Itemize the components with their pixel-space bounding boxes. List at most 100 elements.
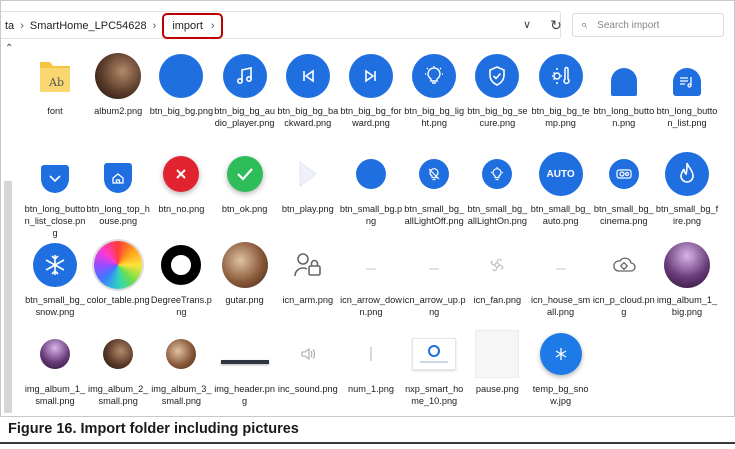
thermometer-icon <box>529 49 593 103</box>
chevron-right-icon[interactable]: › <box>20 20 24 32</box>
file-item[interactable]: icn_house_small.png <box>529 238 593 318</box>
file-item[interactable]: temp_bg_snow.jpg <box>529 327 593 407</box>
file-item[interactable]: btn_small_bg_snow.png <box>23 238 87 318</box>
chevron-right-icon[interactable]: › <box>153 20 157 32</box>
file-item[interactable]: icn_arrow_up.png <box>402 238 466 318</box>
concert-photo-icon <box>655 238 719 292</box>
file-item[interactable]: icn_fan.png <box>465 238 529 306</box>
nav-pane-scrollbar[interactable]: ⌃ <box>1 43 15 416</box>
file-item[interactable]: btn_big_bg_temp.png <box>529 49 593 129</box>
search-input[interactable]: ⌕ Search import <box>572 13 724 37</box>
search-icon: ⌕ <box>581 18 588 31</box>
file-explorer-window: ta › SmartHome_LPC54628 › import › ∨ ↻ ⌕… <box>0 0 735 417</box>
breadcrumb-item-current[interactable]: import <box>172 20 203 32</box>
file-item[interactable]: btn_long_button_list_close.png <box>23 147 87 239</box>
search-placeholder: Search import <box>597 19 660 31</box>
chevron-right-icon[interactable]: › <box>211 20 215 32</box>
file-item[interactable]: btn_big_bg_secure.png <box>465 49 529 129</box>
scroll-up-icon[interactable]: ⌃ <box>5 43 13 54</box>
file-item[interactable]: img_header.png <box>213 327 277 407</box>
figure-caption: Figure 16. Import folder including pictu… <box>8 421 299 437</box>
music-note-icon <box>213 49 277 103</box>
faint-digit-icon <box>339 327 403 381</box>
light-on-icon <box>465 147 529 201</box>
file-item[interactable]: Ab font <box>23 49 87 117</box>
file-name-label: DegreeTrans.png <box>150 295 212 317</box>
speaker-icon <box>276 327 340 381</box>
file-item[interactable]: img_album_2_small.png <box>86 327 150 407</box>
file-item[interactable]: DegreeTrans.png <box>149 238 213 318</box>
file-name-label: btn_big_bg_audio_player.png <box>214 106 275 128</box>
faint-arrow-icon <box>402 238 466 292</box>
file-item[interactable]: img_album_3_small.png <box>149 327 213 407</box>
file-item[interactable]: btn_big_bg_backward.png <box>276 49 340 129</box>
guitar-photo-icon <box>86 49 150 103</box>
file-item[interactable]: icn_arrow_down.png <box>339 238 403 318</box>
file-item[interactable]: num_1.png <box>339 327 403 395</box>
file-item[interactable]: btn_long_top_house.png <box>86 147 150 227</box>
file-item[interactable]: btn_play.png <box>276 147 340 215</box>
file-name-label: btn_big_bg_light.png <box>404 106 465 128</box>
file-item[interactable]: inc_sound.png <box>276 327 340 395</box>
file-name-label: btn_small_bg_fire.png <box>655 204 719 226</box>
file-item[interactable]: btn_long_button.png <box>592 49 656 129</box>
black-ring-icon <box>149 238 213 292</box>
file-item[interactable]: btn_big_bg_forward.png <box>339 49 403 129</box>
auto-icon: AUTO <box>529 147 593 201</box>
file-name-label: btn_small_bg_auto.png <box>530 204 591 226</box>
file-name-label: btn_big_bg_temp.png <box>531 106 590 128</box>
file-name-label: btn_play.png <box>281 204 334 214</box>
file-item[interactable]: btn_ok.png <box>213 147 277 215</box>
scrollbar-thumb[interactable] <box>4 181 12 413</box>
file-name-label: icn_p_cloud.png <box>592 295 655 317</box>
header-bar-icon <box>213 327 277 381</box>
file-name-label: btn_small_bg_snow.png <box>25 295 85 317</box>
file-item[interactable]: AUTO btn_small_bg_auto.png <box>529 147 593 227</box>
file-item[interactable]: btn_small_bg_fire.png <box>655 147 719 227</box>
file-name-label: color_table.png <box>86 295 150 305</box>
file-item[interactable]: img_album_1_small.png <box>23 327 87 407</box>
file-item[interactable]: btn_small_bg_allLightOff.png <box>402 147 466 227</box>
color-wheel-icon <box>86 238 150 292</box>
file-item[interactable]: btn_long_button_list.png <box>655 49 719 129</box>
file-item[interactable]: gutar.png <box>213 238 277 306</box>
snowflake-circle-icon <box>529 327 593 381</box>
file-item[interactable]: album2.png <box>86 49 150 117</box>
breadcrumb-current-highlight[interactable]: import › <box>162 13 223 39</box>
file-name-label: btn_small_bg.png <box>339 204 403 226</box>
file-item[interactable]: nxp_smart_home_10.png <box>402 327 466 407</box>
file-name-label: btn_long_button.png <box>593 106 655 128</box>
file-item[interactable]: pause.png <box>465 327 529 395</box>
file-item[interactable]: img_album_1_big.png <box>655 238 719 318</box>
file-item[interactable]: btn_small_bg_cinema.png <box>592 147 656 227</box>
file-item[interactable]: btn_small_bg_allLightOn.png <box>465 147 529 227</box>
file-item[interactable]: icn_p_cloud.png <box>592 238 656 318</box>
auto-label: AUTO <box>538 152 583 196</box>
breadcrumb-item[interactable]: ta <box>5 20 14 32</box>
breadcrumb: ta › SmartHome_LPC54628 › import › <box>5 13 223 39</box>
file-name-label: btn_long_button_list_close.png <box>24 204 86 238</box>
file-name-label: btn_ok.png <box>221 204 268 214</box>
file-item[interactable]: icn_arm.png <box>276 238 340 306</box>
file-item[interactable]: color_table.png <box>86 238 150 306</box>
file-item[interactable]: btn_big_bg.png <box>149 49 213 117</box>
screen-preview-icon <box>402 327 466 381</box>
file-name-label: btn_big_bg_backward.png <box>277 106 339 128</box>
history-dropdown-icon[interactable]: ∨ <box>523 18 531 31</box>
guitarist-photo-icon <box>149 327 213 381</box>
refresh-icon[interactable]: ↻ <box>544 12 568 38</box>
file-name-label: img_album_1_big.png <box>656 295 718 317</box>
file-name-label: btn_long_top_house.png <box>86 204 150 226</box>
blue-circle-icon <box>149 49 213 103</box>
guitarist-photo-icon <box>213 238 277 292</box>
caption-rule <box>0 442 735 444</box>
breadcrumb-item[interactable]: SmartHome_LPC54628 <box>30 20 147 32</box>
file-name-label: num_1.png <box>348 384 394 394</box>
small-blue-circle-icon <box>339 147 403 201</box>
guitar-photo-icon <box>86 327 150 381</box>
file-item[interactable]: btn_no.png <box>149 147 213 215</box>
file-item[interactable]: btn_small_bg.png <box>339 147 403 227</box>
file-item[interactable]: btn_big_bg_light.png <box>402 49 466 129</box>
file-item[interactable]: btn_big_bg_audio_player.png <box>213 49 277 129</box>
file-name-label: nxp_smart_home_10.png <box>405 384 464 406</box>
